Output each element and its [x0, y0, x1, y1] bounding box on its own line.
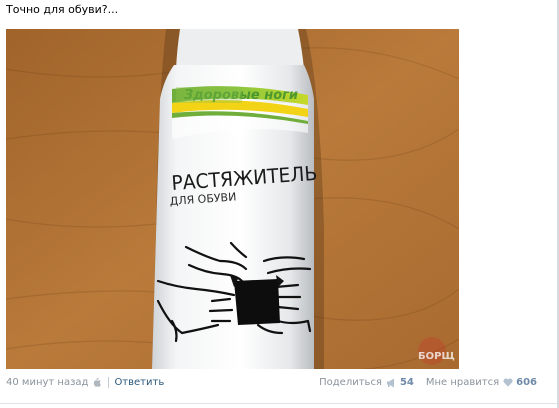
- watermark: БОРЩ: [418, 351, 455, 362]
- footer-separator: [108, 377, 110, 388]
- post-photo[interactable]: Здоровые ноги РАСТЯЖИТЕЛЬ ДЛЯ ОБУВИ БОРЩ: [6, 29, 459, 369]
- post-footer: 40 минут назад Ответить Поделиться 54 Мн…: [6, 377, 537, 391]
- share-button[interactable]: Поделиться: [319, 377, 382, 388]
- apple-icon: [92, 377, 102, 388]
- post-actions: Поделиться 54 Мне нравится 606: [319, 377, 537, 388]
- megaphone-icon[interactable]: [386, 378, 397, 388]
- share-count: 54: [399, 377, 414, 388]
- post-divider: [0, 403, 559, 404]
- post-time[interactable]: 40 минут назад: [6, 377, 88, 388]
- like-button[interactable]: Мне нравится: [426, 377, 499, 388]
- post-meta: 40 минут назад Ответить: [6, 377, 164, 388]
- like-count: 606: [516, 377, 537, 388]
- post-text: Точно для обуви?...: [6, 3, 119, 16]
- reply-link[interactable]: Ответить: [114, 377, 164, 388]
- heart-icon[interactable]: [503, 378, 513, 387]
